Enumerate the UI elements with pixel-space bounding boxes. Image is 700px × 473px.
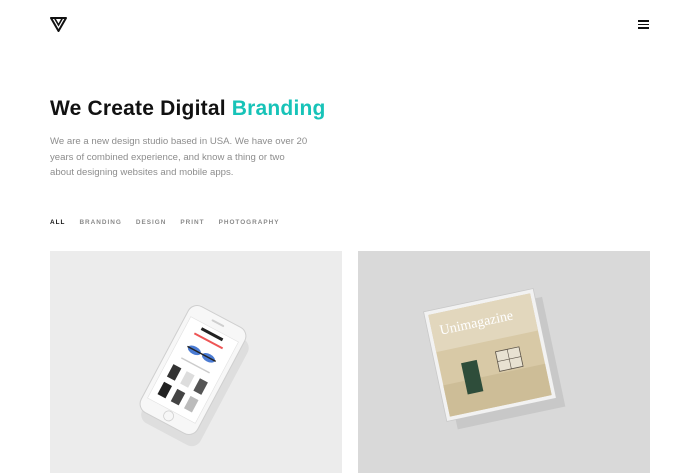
filter-design[interactable]: DESIGN (136, 219, 167, 226)
hamburger-icon-bar (638, 20, 649, 22)
logo-icon[interactable] (50, 17, 67, 32)
filter-branding[interactable]: BRANDING (79, 219, 121, 226)
hero-description: We are a new design studio based in USA.… (50, 136, 308, 178)
phone-mockup-image (139, 305, 249, 447)
portfolio-item-magazine-mockup[interactable]: Unimagazine (358, 251, 650, 473)
portfolio-item-phone-mockup[interactable] (50, 251, 342, 473)
magazine-mockup-image: Unimagazine (423, 288, 566, 430)
hero-title: We Create Digital Branding (50, 97, 326, 121)
filter-photography[interactable]: PHOTOGRAPHY (219, 219, 280, 226)
hamburger-icon-bar (638, 27, 649, 29)
filter-all[interactable]: ALL (50, 219, 65, 226)
filter-print[interactable]: PRINT (180, 219, 204, 226)
hero-title-accent: Branding (231, 97, 326, 120)
hero-title-main: We Create Digital (50, 97, 226, 120)
hamburger-menu-button[interactable] (637, 18, 651, 32)
hamburger-icon-bar (638, 23, 649, 25)
portfolio-filter-bar: ALL BRANDING DESIGN PRINT PHOTOGRAPHY (50, 219, 280, 226)
